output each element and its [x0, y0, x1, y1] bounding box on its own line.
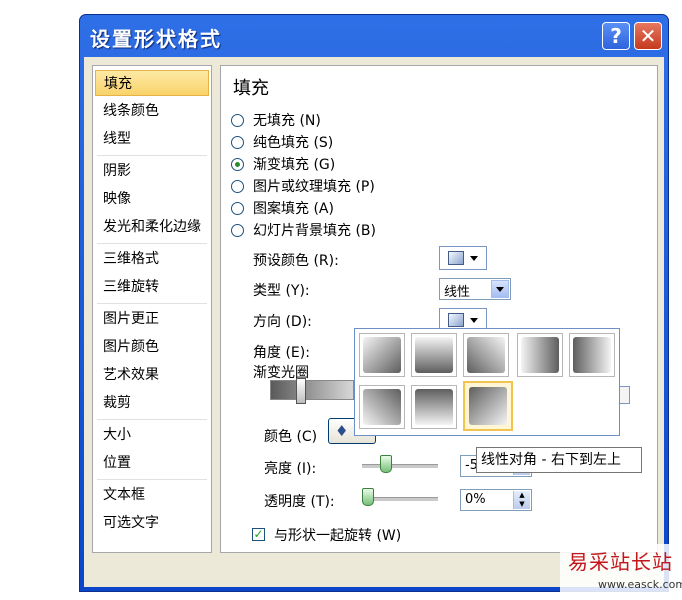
direction-cell-linear-diagonal-tl-br[interactable]: [359, 333, 405, 377]
radio-pattern-fill[interactable]: 图案填充 (A): [231, 198, 334, 218]
title-bar[interactable]: 设置形状格式 ? ✕: [80, 15, 668, 57]
brightness-slider-thumb[interactable]: [380, 455, 392, 473]
preset-colors-dropdown[interactable]: [439, 246, 487, 270]
type-select[interactable]: 线性: [439, 278, 511, 300]
rotate-with-shape-checkbox[interactable]: ✓: [252, 528, 265, 541]
radio-no-fill[interactable]: 无填充 (N): [231, 110, 321, 130]
radio-picture-fill[interactable]: 图片或纹理填充 (P): [231, 176, 375, 196]
radio-circle[interactable]: [231, 223, 244, 237]
sidebar-item-fill[interactable]: 填充: [95, 70, 209, 96]
direction-cell-linear-diagonal-bl-tr[interactable]: [359, 385, 405, 429]
select-arrow[interactable]: [491, 280, 509, 298]
sidebar-divider: [97, 243, 207, 244]
angle-label: 角度 (E):: [253, 345, 310, 361]
sidebar-item-reflection[interactable]: 映像: [95, 186, 209, 212]
gradient-thumb: [469, 387, 507, 425]
transparency-slider-thumb[interactable]: [362, 488, 374, 506]
rotate-with-shape-label: 与形状一起旋转 (W): [274, 528, 402, 544]
sidebar-item-artistic-effects[interactable]: 艺术效果: [95, 362, 209, 388]
direction-tooltip: 线性对角 - 右下到左上: [476, 447, 642, 473]
radio-circle[interactable]: [231, 179, 244, 193]
gradient-swatch-icon: [448, 251, 464, 265]
watermark-url: www.easck.com: [598, 578, 682, 591]
fill-panel: 填充 无填充 (N) 纯色填充 (S) 渐变填充 (G) 图片或纹理填充 (P)…: [220, 65, 658, 553]
sidebar-item-picture-corrections[interactable]: 图片更正: [95, 306, 209, 332]
gradient-thumb: [415, 337, 453, 373]
direction-cell-linear-right[interactable]: [517, 333, 563, 377]
sidebar-divider: [97, 419, 207, 420]
dropdown-arrow-icon: [470, 317, 478, 323]
radio-label: 纯色填充 (S): [253, 135, 334, 151]
radio-solid-fill[interactable]: 纯色填充 (S): [231, 132, 333, 152]
sidebar-item-line-color[interactable]: 线条颜色: [95, 98, 209, 124]
brightness-label: 亮度 (I):: [264, 461, 317, 477]
panel-heading: 填充: [233, 78, 269, 99]
direction-cell-linear-diagonal-tr-bl[interactable]: [463, 333, 509, 377]
direction-cell-linear-diagonal-br-tl[interactable]: [463, 381, 513, 431]
dropdown-arrow-icon: [470, 255, 478, 261]
help-button[interactable]: ?: [602, 22, 630, 50]
chevron-down-icon: [496, 286, 504, 292]
sidebar-item-size[interactable]: 大小: [95, 422, 209, 448]
radio-label: 幻灯片背景填充 (B): [253, 223, 376, 239]
type-value: 线性: [444, 285, 471, 300]
watermark-title: 易采站长站: [568, 550, 673, 574]
radio-circle[interactable]: [231, 113, 244, 127]
brightness-track[interactable]: [362, 464, 438, 468]
sidebar-item-alt-text[interactable]: 可选文字: [95, 510, 209, 536]
radio-gradient-fill[interactable]: 渐变填充 (G): [231, 154, 335, 174]
sidebar-item-picture-color[interactable]: 图片颜色: [95, 334, 209, 360]
site-watermark: 易采站长站 www.easck.com: [560, 544, 682, 598]
gradient-thumb: [415, 389, 453, 425]
gradient-thumb: [363, 337, 401, 373]
gradient-stop-handle[interactable]: [296, 378, 306, 404]
radio-label: 图片或纹理填充 (P): [253, 179, 375, 195]
type-label: 类型 (Y):: [253, 283, 310, 299]
radio-label: 渐变填充 (G): [253, 157, 336, 173]
color-label: 颜色 (C): [264, 429, 318, 445]
close-button[interactable]: ✕: [634, 22, 662, 50]
direction-cell-linear-up[interactable]: [411, 385, 457, 429]
sidebar-item-3d-rotation[interactable]: 三维旋转: [95, 274, 209, 300]
transparency-spinner[interactable]: 0% ▲ ▼: [460, 489, 532, 511]
gradient-thumb: [573, 337, 611, 373]
gradient-thumb: [521, 337, 559, 373]
sidebar-divider: [97, 479, 207, 480]
direction-cell-linear-down[interactable]: [411, 333, 457, 377]
radio-slide-background-fill[interactable]: 幻灯片背景填充 (B): [231, 220, 376, 240]
sidebar-divider: [97, 303, 207, 304]
sidebar-divider: [97, 155, 207, 156]
transparency-label: 透明度 (T):: [264, 494, 335, 510]
spinner-arrows[interactable]: ▲▼: [513, 491, 530, 509]
sidebar-item-line-style[interactable]: 线型: [95, 126, 209, 152]
gradient-thumb: [363, 389, 401, 425]
transparency-value: 0%: [465, 492, 486, 507]
sidebar-item-crop[interactable]: 裁剪: [95, 390, 209, 416]
radio-circle[interactable]: [231, 201, 244, 215]
dialog-title: 设置形状格式: [90, 27, 222, 51]
direction-label: 方向 (D):: [253, 314, 312, 330]
category-sidebar: 填充 线条颜色 线型 阴影 映像 发光和柔化边缘 三维格式 三维旋转 图片更正 …: [92, 65, 212, 553]
sidebar-item-shadow[interactable]: 阴影: [95, 158, 209, 184]
radio-label: 无填充 (N): [253, 113, 321, 129]
direction-gallery-popup: [354, 328, 620, 436]
sidebar-item-3d-format[interactable]: 三维格式: [95, 246, 209, 272]
dialog-client: 填充 线条颜色 线型 阴影 映像 发光和柔化边缘 三维格式 三维旋转 图片更正 …: [84, 57, 664, 587]
sidebar-item-glow[interactable]: 发光和柔化边缘: [95, 214, 209, 240]
radio-label: 图案填充 (A): [253, 201, 334, 217]
radio-circle[interactable]: [231, 135, 244, 149]
sidebar-item-text-box[interactable]: 文本框: [95, 482, 209, 508]
gradient-thumb: [467, 337, 505, 373]
radio-circle[interactable]: [231, 157, 244, 171]
direction-cell-linear-left[interactable]: [569, 333, 615, 377]
sidebar-item-position[interactable]: 位置: [95, 450, 209, 476]
preset-colors-label: 预设颜色 (R):: [253, 253, 339, 269]
dialog-window: 设置形状格式 ? ✕ 填充 线条颜色 线型 阴影 映像 发光和柔化边缘 三维格式…: [79, 14, 669, 592]
gradient-preview-strip[interactable]: [270, 380, 354, 400]
gradient-swatch-icon: [448, 313, 464, 327]
paint-bucket-icon: ♦: [335, 422, 349, 440]
